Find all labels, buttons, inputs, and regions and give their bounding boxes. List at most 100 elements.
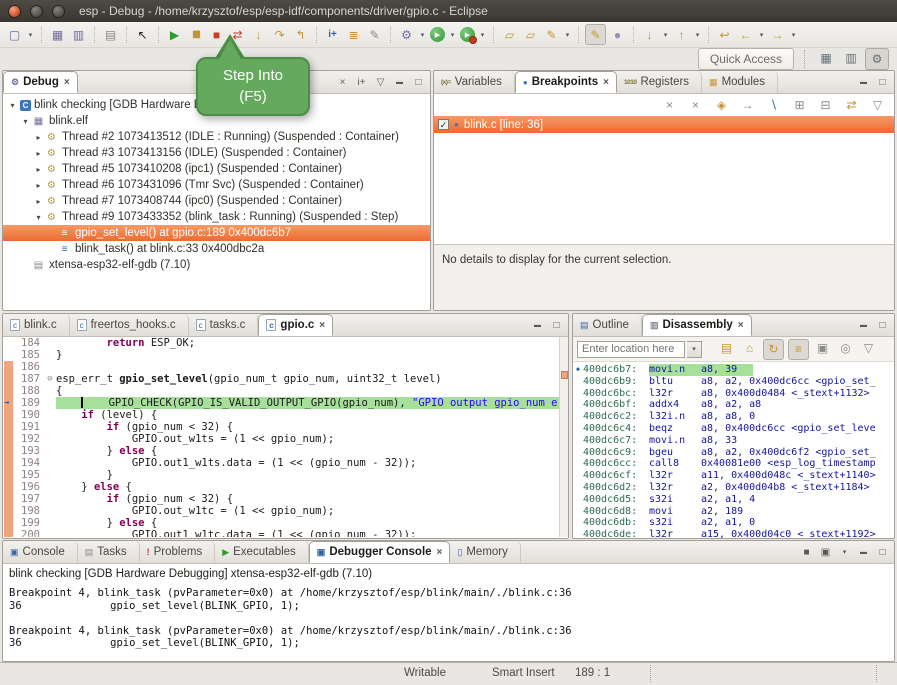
previous-annotation-button[interactable]: ↑ bbox=[672, 25, 691, 44]
fold-icon[interactable]: ⊖ bbox=[44, 373, 56, 385]
gdb-node[interactable]: ▤ xtensa-esp32-elf-gdb (7.10) bbox=[3, 257, 430, 273]
cursor-mode-button[interactable]: ↖ bbox=[133, 25, 152, 44]
next-annotation-button[interactable]: ↓ bbox=[640, 25, 659, 44]
maximize-button[interactable]: □ bbox=[875, 75, 890, 90]
thread-node[interactable]: ▸ ⚙ Thread #6 1073431096 (Tmr Svc) (Susp… bbox=[3, 177, 430, 193]
fold-icon[interactable] bbox=[44, 421, 56, 433]
cpp-perspective-button[interactable]: ▥ bbox=[840, 48, 862, 68]
maximize-button[interactable]: □ bbox=[411, 75, 426, 90]
thread-node[interactable]: ▸ ⚙ Thread #3 1073413156 (IDLE) (Suspend… bbox=[3, 145, 430, 161]
thread-node[interactable]: ▸ ⚙ Thread #5 1073410208 (ipc1) (Suspend… bbox=[3, 161, 430, 177]
view-menu[interactable]: ▽ bbox=[859, 339, 878, 358]
fold-icon[interactable] bbox=[44, 337, 56, 349]
remove-all-terminated-button[interactable]: × bbox=[335, 75, 350, 90]
home-button[interactable]: ⌂ bbox=[740, 339, 759, 358]
tab-executables[interactable]: ▶ Executables bbox=[215, 541, 309, 563]
suspend-button[interactable]: ▮▮ bbox=[186, 25, 205, 44]
thread-node[interactable]: ▸ ⚙ Thread #7 1073408744 (ipc0) (Suspend… bbox=[3, 193, 430, 209]
tab-freertos-hooks-c[interactable]: c freertos_hooks.c bbox=[70, 314, 189, 336]
open-perspective-button[interactable]: ▦ bbox=[815, 48, 837, 68]
search-dropdown[interactable]: ▾ bbox=[563, 25, 572, 44]
tab-disassembly[interactable]: ▥ Disassembly × bbox=[642, 314, 752, 336]
search-button[interactable]: ✎ bbox=[542, 25, 561, 44]
back-button[interactable]: ← bbox=[736, 25, 755, 44]
fold-icon[interactable] bbox=[44, 433, 56, 445]
instruction-stepping-toggle[interactable]: i+ bbox=[354, 75, 369, 90]
resume-button[interactable]: ▶ bbox=[165, 25, 184, 44]
breakpoint-checkbox[interactable]: ✓ bbox=[438, 119, 449, 130]
mark-occurrences-toggle[interactable]: ✎ bbox=[585, 24, 606, 45]
external-tools-dropdown[interactable]: ▾ bbox=[478, 25, 487, 44]
collapse-all-button[interactable]: ⊟ bbox=[816, 96, 835, 115]
tab-tasks[interactable]: ▤ Tasks bbox=[78, 541, 140, 563]
stack-frame-node[interactable]: ≡ gpio_set_level() at gpio.c:189 0x400dc… bbox=[3, 225, 430, 241]
fold-icon[interactable] bbox=[44, 349, 56, 361]
maximize-button[interactable]: □ bbox=[549, 318, 564, 333]
new-wizard-button[interactable]: ▢ bbox=[5, 25, 24, 44]
expand-arrow-icon[interactable]: ▾ bbox=[20, 117, 31, 126]
console-output[interactable]: Breakpoint 4, blink_task (pvParameter=0x… bbox=[3, 582, 894, 650]
minimize-button[interactable]: ▬ bbox=[856, 545, 871, 560]
display-console-button[interactable]: ▣ bbox=[818, 545, 833, 560]
code-editor[interactable]: 184 return ESP_OK; 185 } 186 187 ⊖ esp_e… bbox=[4, 337, 559, 537]
forward-dropdown[interactable]: ▾ bbox=[789, 25, 798, 44]
minimize-button[interactable]: ▬ bbox=[530, 318, 545, 333]
minimize-button[interactable]: ▬ bbox=[856, 318, 871, 333]
open-resource-button[interactable]: ▱ bbox=[521, 25, 540, 44]
expand-arrow-icon[interactable]: ▸ bbox=[33, 149, 44, 158]
open-element-button[interactable]: ▱ bbox=[500, 25, 519, 44]
fold-icon[interactable] bbox=[44, 445, 56, 457]
debug-perspective-button[interactable]: ⚙ bbox=[865, 48, 889, 70]
breakpoint-row[interactable]: ✓ ● blink.c [line: 36] bbox=[434, 116, 894, 133]
maximize-button[interactable]: □ bbox=[875, 545, 890, 560]
step-return-button[interactable]: ↰ bbox=[291, 25, 310, 44]
tab-problems[interactable]: ! Problems bbox=[140, 541, 216, 563]
minimize-button[interactable]: ▬ bbox=[856, 75, 871, 90]
terminate-button[interactable]: ■ bbox=[799, 545, 814, 560]
fold-icon[interactable] bbox=[44, 493, 56, 505]
remove-breakpoint-button[interactable]: × bbox=[660, 96, 679, 115]
location-input[interactable] bbox=[577, 341, 685, 358]
close-button[interactable] bbox=[8, 5, 21, 18]
fold-icon[interactable] bbox=[44, 505, 56, 517]
fold-icon[interactable] bbox=[44, 409, 56, 421]
show-source-toggle[interactable]: ≡ bbox=[788, 339, 809, 360]
tab-gpio-c[interactable]: c gpio.c × bbox=[258, 314, 333, 336]
fold-icon[interactable] bbox=[44, 385, 56, 397]
minimize-button[interactable] bbox=[30, 5, 43, 18]
expand-all-button[interactable]: ⊞ bbox=[790, 96, 809, 115]
run-launch-button[interactable]: ▶ bbox=[430, 27, 445, 42]
print-button[interactable]: ▤ bbox=[101, 25, 120, 44]
quick-access-button[interactable]: Quick Access bbox=[698, 48, 794, 70]
view-menu[interactable]: ▽ bbox=[868, 96, 887, 115]
external-tools-button[interactable]: ▶ bbox=[460, 27, 475, 42]
tab-variables[interactable]: (x)= Variables bbox=[434, 71, 515, 93]
fold-icon[interactable] bbox=[44, 529, 56, 537]
maximize-button[interactable]: □ bbox=[875, 318, 890, 333]
stack-frame-node[interactable]: ≡ blink_task() at blink.c:33 0x400dbc2a bbox=[3, 241, 430, 257]
step-over-button[interactable]: ↷ bbox=[270, 25, 289, 44]
sync-active-context-toggle[interactable]: ↻ bbox=[763, 339, 784, 360]
tab-registers[interactable]: 1010 Registers bbox=[617, 71, 702, 93]
link-with-debug-button[interactable]: ⇄ bbox=[842, 96, 861, 115]
minimize-button[interactable]: ▬ bbox=[392, 75, 407, 90]
tab-tasks-c[interactable]: c tasks.c bbox=[189, 314, 259, 336]
view-menu[interactable]: ▽ bbox=[373, 75, 388, 90]
expand-arrow-icon[interactable]: ▸ bbox=[33, 181, 44, 190]
fold-icon[interactable] bbox=[44, 481, 56, 493]
next-annotation-dropdown[interactable]: ▾ bbox=[661, 25, 670, 44]
previous-annotation-dropdown[interactable]: ▾ bbox=[693, 25, 702, 44]
tab-debug[interactable]: ⚙ Debug × bbox=[3, 71, 78, 93]
debug-launch-dropdown[interactable]: ▾ bbox=[418, 25, 427, 44]
tab-blink-c[interactable]: c blink.c bbox=[3, 314, 70, 336]
back-dropdown[interactable]: ▾ bbox=[757, 25, 766, 44]
expand-arrow-icon[interactable]: ▸ bbox=[33, 133, 44, 142]
fold-icon[interactable] bbox=[44, 361, 56, 373]
open-new-view-button[interactable]: ▣ bbox=[813, 339, 832, 358]
overview-ruler[interactable] bbox=[559, 337, 568, 537]
expand-arrow-icon[interactable]: ▸ bbox=[33, 197, 44, 206]
goto-file-button[interactable]: → bbox=[738, 96, 757, 115]
debug-configurations-button[interactable]: ✎ bbox=[365, 25, 384, 44]
expand-arrow-icon[interactable]: ▸ bbox=[33, 165, 44, 174]
tab-memory[interactable]: ▯ Memory bbox=[450, 541, 520, 563]
